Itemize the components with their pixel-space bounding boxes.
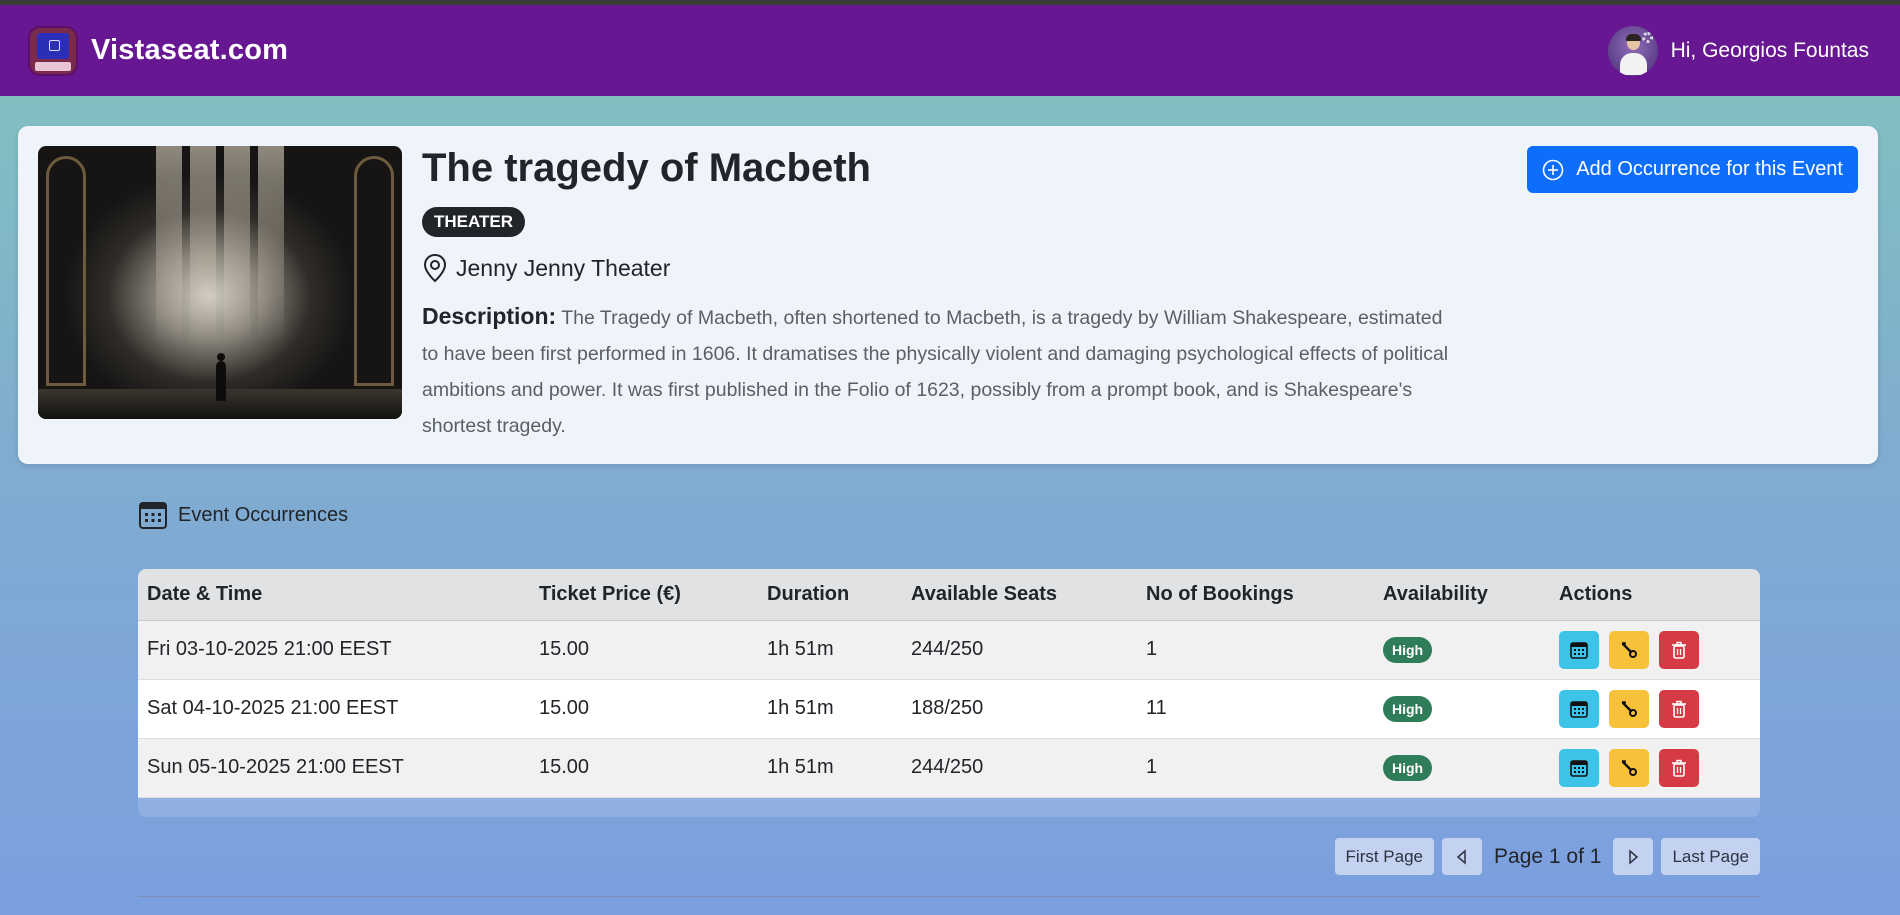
calendar-grid-icon [139,502,167,529]
navbar: Vistaseat.com Hi, Georgios Fountas [0,5,1900,96]
delete-occurrence-button[interactable] [1659,630,1699,669]
cell-datetime: Sun 05-10-2025 21:00 EEST [147,756,404,778]
delete-occurrence-button[interactable] [1659,748,1699,787]
cell-duration: 1h 51m [767,638,834,660]
column-header: Availability [1374,569,1550,621]
first-page-button[interactable]: First Page [1334,838,1435,875]
cell-datetime: Fri 03-10-2025 21:00 EEST [147,638,392,660]
description-label: Description: [422,303,557,329]
add-occurrence-button[interactable]: Add Occurrence for this Event [1527,146,1858,193]
wrench-icon [1621,759,1637,776]
cell-seats: 244/250 [911,638,984,660]
cell-duration: 1h 51m [767,697,834,719]
calendar-icon [1570,641,1588,659]
event-description: Description: The Tragedy of Macbeth, oft… [422,298,1462,444]
brand-name[interactable]: Vistaseat.com [91,34,288,67]
cell-duration: 1h 51m [767,756,834,778]
occurrences-heading: Event Occurrences [138,500,348,530]
bookings-calendar-button[interactable] [1559,748,1599,787]
cell-price: 15.00 [539,638,590,660]
event-poster-image [38,146,402,419]
column-header: Actions [1550,569,1760,621]
map-pin-icon [423,253,447,283]
table-row: Sat 04-10-2025 21:00 EEST 15.00 1h 51m 1… [138,679,1760,738]
delete-occurrence-button[interactable] [1659,689,1699,728]
calendar-icon [1570,700,1588,718]
pagination: First Page Page 1 of 1 Last Page [1334,838,1760,875]
next-page-button[interactable] [1613,838,1654,875]
divider [138,896,1760,897]
event-title: The tragedy of Macbeth [422,146,871,190]
occurrences-table: Date & Time Ticket Price (€) Duration Av… [138,569,1760,817]
cell-bookings: 1 [1146,756,1158,778]
trash-icon [1672,759,1686,777]
event-card: The tragedy of Macbeth THEATER Jenny Jen… [18,126,1878,464]
brand[interactable]: Vistaseat.com [28,25,288,76]
occurrences-title: Event Occurrences [178,503,349,526]
table-row: Fri 03-10-2025 21:00 EEST 15.00 1h 51m 2… [138,620,1760,679]
availability-badge: High [1383,695,1433,722]
row-actions [1559,748,1751,787]
availability-badge: High [1383,754,1433,781]
cell-seats: 188/250 [911,697,984,719]
add-occurrence-label[interactable]: Add Occurrence for this Event [1576,158,1843,181]
last-page-button[interactable]: Last Page [1661,838,1760,875]
bookings-calendar-button[interactable] [1559,689,1599,728]
cell-price: 15.00 [539,697,590,719]
availability-badge: High [1383,636,1433,663]
venue-name: Jenny Jenny Theater [456,254,671,281]
vistaseat-logo-icon [28,25,78,76]
avatar[interactable] [1607,25,1658,76]
column-header: Duration [758,569,902,621]
row-actions [1559,689,1751,728]
user-menu[interactable]: Hi, Georgios Fountas [1607,25,1869,76]
plus-circle-icon [1542,159,1564,180]
venue: Jenny Jenny Theater [422,253,670,283]
column-header: Available Seats [902,569,1137,621]
category-badge: THEATER [422,207,526,237]
column-header: No of Bookings [1137,569,1374,621]
chevron-left-icon [1456,848,1466,865]
cell-datetime: Sat 04-10-2025 21:00 EEST [147,697,399,719]
calendar-icon [1570,759,1588,777]
description-text: The Tragedy of Macbeth, often shortened … [422,307,1449,437]
edit-occurrence-button[interactable] [1609,689,1649,728]
wrench-icon [1621,641,1637,658]
previous-page-button[interactable] [1442,838,1483,875]
column-header: Ticket Price (€) [530,569,758,621]
trash-icon [1672,641,1686,659]
column-header: Date & Time [138,569,530,621]
cell-seats: 244/250 [911,756,984,778]
edit-occurrence-button[interactable] [1609,630,1649,669]
trash-icon [1672,700,1686,718]
bookings-calendar-button[interactable] [1559,630,1599,669]
row-actions [1559,630,1751,669]
cell-price: 15.00 [539,756,590,778]
cell-bookings: 1 [1146,638,1158,660]
page-indicator: Page 1 of 1 [1494,844,1602,868]
wrench-icon [1621,700,1637,717]
chevron-right-icon [1629,848,1639,865]
table-header-row: Date & Time Ticket Price (€) Duration Av… [138,569,1760,621]
user-greeting[interactable]: Hi, Georgios Fountas [1671,39,1869,63]
edit-occurrence-button[interactable] [1609,748,1649,787]
cell-bookings: 11 [1146,697,1167,719]
table-row: Sun 05-10-2025 21:00 EEST 15.00 1h 51m 2… [138,738,1760,797]
